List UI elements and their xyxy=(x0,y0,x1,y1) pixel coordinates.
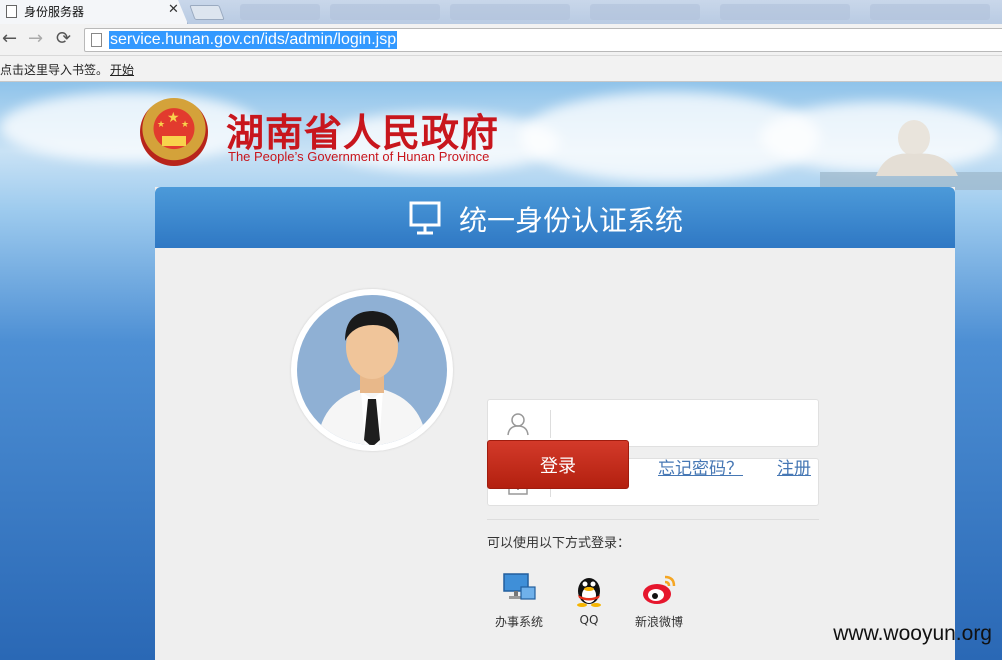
field-separator xyxy=(550,410,551,438)
tab-close-icon[interactable]: ✕ xyxy=(168,2,179,17)
alt-login-label-text: QQ xyxy=(579,613,599,627)
background-tab[interactable] xyxy=(870,4,990,20)
background-tab[interactable] xyxy=(590,4,700,20)
browser-tab[interactable]: 身份服务器 ✕ xyxy=(0,0,188,24)
bookmarks-import-hint[interactable]: 点击这里导入书签。 xyxy=(0,61,108,78)
site-title-en: The People’s Government of Hunan Provinc… xyxy=(228,149,490,164)
page-icon xyxy=(91,33,102,47)
alt-login-label-text: 办事系统 xyxy=(494,615,543,629)
background-tab[interactable] xyxy=(450,4,570,20)
monitor-icon xyxy=(409,201,441,235)
weibo-icon xyxy=(641,571,677,607)
statue-image xyxy=(876,120,958,176)
alt-login-label: 可以使用以下方式登录： xyxy=(487,536,631,551)
login-panel-header: 统一身份认证系统 xyxy=(155,187,955,248)
forgot-password-link[interactable]: 忘记密码？ xyxy=(658,454,743,479)
watermark: www.wooyun.org xyxy=(833,622,992,645)
cloud-decoration xyxy=(0,92,260,162)
national-emblem-icon: ★ ★ ★ xyxy=(140,98,208,166)
reload-icon[interactable]: ⟳ xyxy=(56,28,71,49)
login-button[interactable]: 登录 xyxy=(487,440,629,489)
qq-penguin-icon xyxy=(571,571,607,607)
background-tab[interactable] xyxy=(240,4,320,20)
alt-login-office-system[interactable]: 办事系统 xyxy=(489,571,549,630)
divider xyxy=(487,519,819,520)
background-tab[interactable] xyxy=(720,4,850,20)
alt-login-label-text: 新浪微博 xyxy=(634,615,683,629)
username-input[interactable] xyxy=(560,408,800,438)
page-content: ★ ★ ★ 湖南省人民政府 The People’s Government of… xyxy=(0,82,1002,660)
back-arrow-icon[interactable]: ← xyxy=(2,28,17,49)
panel-title: 统一身份认证系统 xyxy=(459,204,684,237)
alt-login-qq[interactable]: QQ xyxy=(559,571,619,627)
bookmarks-start-link[interactable]: 开始 xyxy=(110,61,134,78)
new-tab-button[interactable] xyxy=(189,5,225,20)
computer-icon xyxy=(501,571,537,607)
background-tab[interactable] xyxy=(330,4,440,20)
forward-arrow-icon[interactable]: → xyxy=(28,28,43,49)
user-icon xyxy=(507,413,529,436)
page-favicon-icon xyxy=(6,5,17,18)
user-avatar-icon xyxy=(317,311,427,445)
tab-title: 身份服务器 xyxy=(24,5,85,19)
bookmarks-bar: 点击这里导入书签。 开始 xyxy=(0,56,1002,82)
browser-toolbar: ← → ⟳ service.hunan.gov.cn/ids/admin/log… xyxy=(0,24,1002,56)
address-bar[interactable]: service.hunan.gov.cn/ids/admin/login.jsp xyxy=(84,28,1002,52)
login-panel: 统一身份认证系统 登录 忘记密码？ 注册 可以使用以下方式登录： 办事系统 QQ… xyxy=(155,187,955,660)
alt-login-weibo[interactable]: 新浪微博 xyxy=(629,571,689,630)
browser-tab-bar: 身份服务器 ✕ xyxy=(0,0,1002,24)
url-text[interactable]: service.hunan.gov.cn/ids/admin/login.jsp xyxy=(109,31,398,49)
register-link[interactable]: 注册 xyxy=(777,454,811,479)
avatar xyxy=(291,289,453,451)
